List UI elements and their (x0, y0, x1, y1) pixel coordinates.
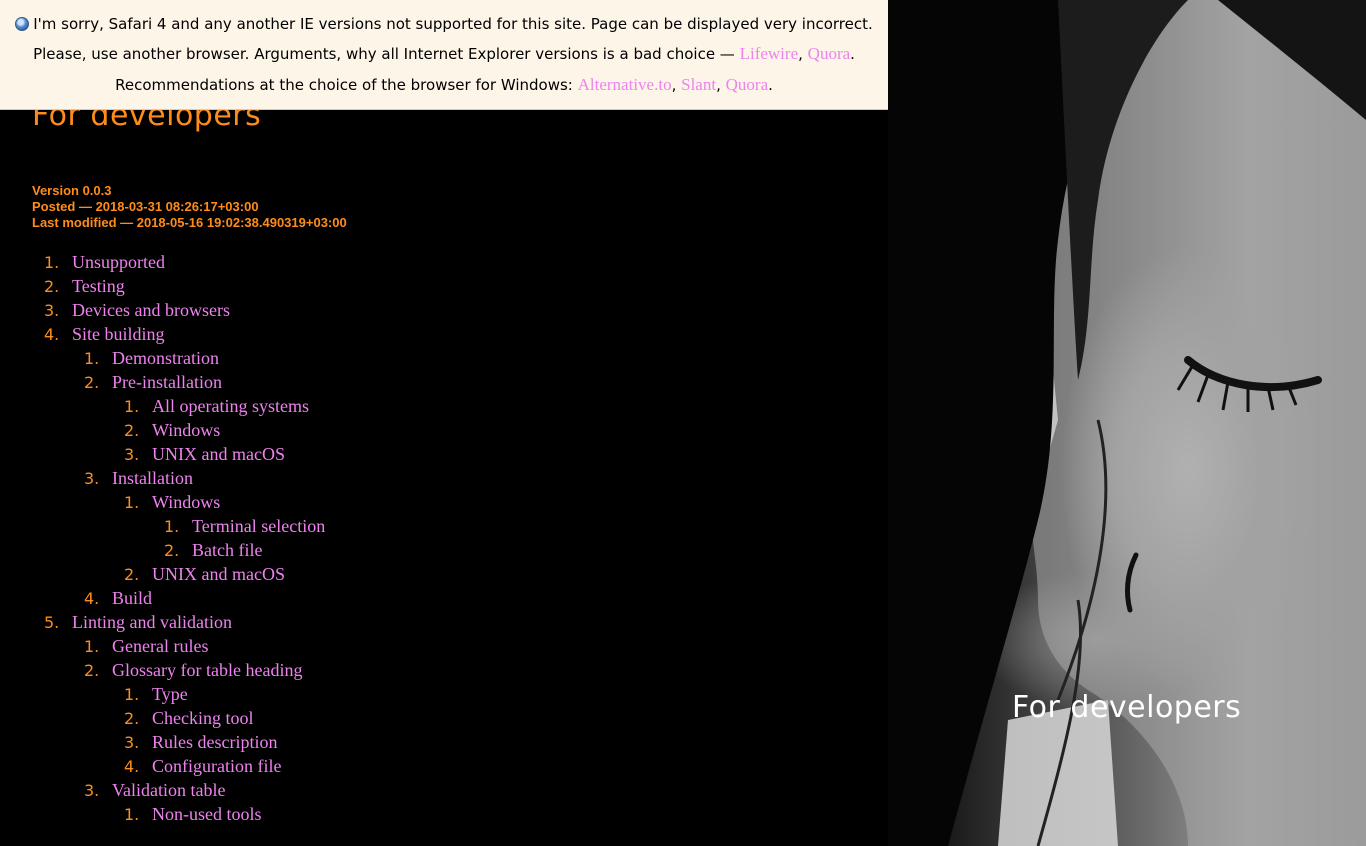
toc-item-number: 4. (44, 325, 60, 344)
toc-item-number: 1. (44, 253, 60, 272)
toc-link[interactable]: Testing (72, 276, 125, 296)
toc-item[interactable]: 1. Demonstration (44, 346, 325, 370)
toc-item-number: 1. (84, 349, 100, 368)
toc-item[interactable]: 3. UNIX and macOS (44, 442, 325, 466)
banner-line-3: Recommendations at the choice of the bro… (115, 75, 773, 94)
link-quora-browsers[interactable]: Quora (726, 75, 768, 94)
toc-link[interactable]: Terminal selection (192, 516, 325, 536)
toc-link[interactable]: Site building (72, 324, 165, 344)
browser-globe-icon (15, 17, 30, 31)
toc-item-number: 1. (124, 805, 140, 824)
toc-item[interactable]: 2. UNIX and macOS (44, 562, 325, 586)
toc-item[interactable]: 3. Validation table (44, 778, 325, 802)
toc-item[interactable]: 2. Windows (44, 418, 325, 442)
toc-item-number: 1. (124, 685, 140, 704)
toc-link[interactable]: Devices and browsers (72, 300, 230, 320)
toc-item[interactable]: 1. Terminal selection (44, 514, 325, 538)
posted-date: Posted — 2018-03-31 08:26:17+03:00 (32, 199, 259, 214)
toc-link[interactable]: UNIX and macOS (152, 564, 285, 584)
link-quora[interactable]: Quora (808, 44, 850, 63)
toc-link[interactable]: Unsupported (72, 252, 165, 272)
toc-item-number: 4. (84, 589, 100, 608)
toc-link[interactable]: Demonstration (112, 348, 219, 368)
toc-item[interactable]: 3. Installation (44, 466, 325, 490)
toc-item[interactable]: 5. Linting and validation (44, 610, 325, 634)
toc-item-number: 1. (164, 517, 180, 536)
toc-item[interactable]: 4. Build (44, 586, 325, 610)
unsupported-browser-banner: I'm sorry, Safari 4 and any another IE v… (0, 0, 888, 110)
banner-recommendations-text: Recommendations at the choice of the bro… (115, 76, 578, 94)
toc-item-number: 3. (84, 469, 100, 488)
modified-date: Last modified — 2018-05-16 19:02:38.4903… (32, 215, 347, 230)
toc-item[interactable]: 2. Pre-installation (44, 370, 325, 394)
toc-link[interactable]: Configuration file (152, 756, 281, 776)
toc-item[interactable]: 4. Configuration file (44, 754, 325, 778)
table-of-contents: 1. Unsupported 2. Testing 3. Devices and brow… (44, 250, 325, 826)
toc-item[interactable]: 3. Rules description (44, 730, 325, 754)
toc-item-number: 3. (124, 733, 140, 752)
toc-item-number: 3. (124, 445, 140, 464)
page-meta: Version 0.0.3 Posted — 2018-03-31 08:26:… (32, 183, 347, 231)
banner-message: I'm sorry, Safari 4 and any another IE v… (33, 15, 873, 33)
hero-photo: For developers (888, 0, 1366, 846)
link-alternativeto[interactable]: Alternative.to (578, 75, 672, 94)
toc-item-number: 4. (124, 757, 140, 776)
link-lifewire[interactable]: Lifewire (740, 44, 799, 63)
link-slant[interactable]: Slant (681, 75, 716, 94)
toc-item-number: 3. (84, 781, 100, 800)
toc-link[interactable]: Batch file (192, 540, 262, 560)
toc-item-number: 1. (84, 637, 100, 656)
toc-item[interactable]: 2. Testing (44, 274, 325, 298)
toc-item[interactable]: 1. General rules (44, 634, 325, 658)
toc-link[interactable]: All operating systems (152, 396, 309, 416)
toc-item[interactable]: 2. Glossary for table heading (44, 658, 325, 682)
toc-item[interactable]: 1. Type (44, 682, 325, 706)
toc-item[interactable]: 1. Windows (44, 490, 325, 514)
toc-link[interactable]: Linting and validation (72, 612, 232, 632)
toc-item[interactable]: 2. Batch file (44, 538, 325, 562)
toc-item[interactable]: 1. Unsupported (44, 250, 325, 274)
toc-item-number: 1. (124, 493, 140, 512)
hero-caption: For developers (1012, 690, 1242, 725)
toc-item[interactable]: 1. All operating systems (44, 394, 325, 418)
toc-item-number: 2. (124, 565, 140, 584)
toc-item-number: 2. (124, 421, 140, 440)
toc-item-number: 2. (124, 709, 140, 728)
toc-item-number: 2. (84, 373, 100, 392)
toc-item[interactable]: 1. Non-used tools (44, 802, 325, 826)
banner-arguments-text: Please, use another browser. Arguments, … (33, 45, 740, 63)
toc-item[interactable]: 4. Site building (44, 322, 325, 346)
toc-link[interactable]: UNIX and macOS (152, 444, 285, 464)
banner-line-2: Please, use another browser. Arguments, … (33, 44, 855, 63)
toc-link[interactable]: Installation (112, 468, 193, 488)
toc-item-number: 1. (124, 397, 140, 416)
toc-link[interactable]: Non-used tools (152, 804, 262, 824)
version-text: Version 0.0.3 (32, 183, 112, 198)
toc-link[interactable]: Checking tool (152, 708, 254, 728)
toc-link[interactable]: Glossary for table heading (112, 660, 302, 680)
toc-item-number: 2. (44, 277, 60, 296)
toc-link[interactable]: Type (152, 684, 188, 704)
toc-item-number: 3. (44, 301, 60, 320)
banner-line-1: I'm sorry, Safari 4 and any another IE v… (0, 14, 888, 34)
toc-link[interactable]: Validation table (112, 780, 225, 800)
toc-link[interactable]: Pre-installation (112, 372, 222, 392)
toc-link[interactable]: General rules (112, 636, 208, 656)
toc-item-number: 2. (164, 541, 180, 560)
toc-link[interactable]: Build (112, 588, 152, 608)
toc-item-number: 2. (84, 661, 100, 680)
toc-item[interactable]: 3. Devices and browsers (44, 298, 325, 322)
toc-link[interactable]: Windows (152, 492, 220, 512)
toc-item-number: 5. (44, 613, 60, 632)
toc-item[interactable]: 2. Checking tool (44, 706, 325, 730)
toc-link[interactable]: Windows (152, 420, 220, 440)
content-column: For developers Version 0.0.3 Posted — 20… (0, 0, 888, 846)
toc-link[interactable]: Rules description (152, 732, 277, 752)
